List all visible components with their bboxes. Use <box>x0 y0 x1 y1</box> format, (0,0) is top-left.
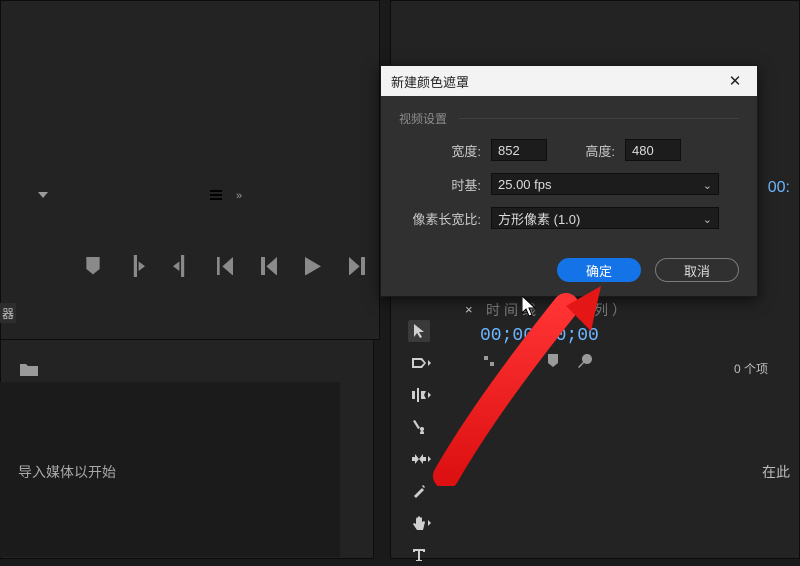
timebase-select[interactable]: 25.00 fps ⌄ <box>491 173 719 195</box>
out-point-icon[interactable] <box>173 258 189 274</box>
hand-tool[interactable] <box>408 512 430 534</box>
step-back-icon[interactable] <box>261 258 277 274</box>
width-input[interactable] <box>491 139 547 161</box>
height-label: 高度: <box>547 141 625 160</box>
dock-tab-fragment[interactable]: 器 <box>0 303 16 323</box>
marker-icon[interactable] <box>85 258 101 274</box>
dialog-title: 新建颜色遮罩 <box>391 72 469 91</box>
timeline-toggle-row <box>482 354 592 368</box>
wrench-icon[interactable] <box>578 354 592 368</box>
settings-bars-icon[interactable] <box>210 189 222 204</box>
pixel-aspect-select[interactable]: 方形像素 (1.0) ⌄ <box>491 207 719 229</box>
ok-button[interactable]: 确定 <box>557 258 641 282</box>
height-input[interactable] <box>625 139 681 161</box>
go-to-in-icon[interactable] <box>217 258 233 274</box>
timebase-label: 时基: <box>399 175 491 194</box>
new-color-matte-dialog: 新建颜色遮罩 ✕ 视频设置 宽度: 高度: 时基: 25.00 fps ⌄ 像素… <box>380 65 758 297</box>
link-icon[interactable] <box>514 354 528 368</box>
source-monitor-panel <box>0 0 380 340</box>
ripple-edit-tool[interactable] <box>408 384 430 406</box>
video-settings-label: 视频设置 <box>399 110 739 127</box>
snap-icon[interactable] <box>482 354 496 368</box>
item-count-label: 0 个项 <box>734 360 768 377</box>
marker-add-icon[interactable] <box>546 354 560 368</box>
timeline-tab-close-icon[interactable]: × <box>465 302 473 317</box>
program-hint-fragment: 在此 <box>762 462 790 482</box>
play-icon[interactable] <box>305 258 321 274</box>
zoom-dropdown-icon[interactable] <box>38 190 50 202</box>
tool-strip <box>404 320 434 566</box>
program-monitor-time-fragment: 00: <box>768 179 790 197</box>
timeline-title: 时间线（无序列） <box>486 300 630 320</box>
chevron-down-icon: ⌄ <box>703 179 712 192</box>
dialog-title-bar[interactable]: 新建颜色遮罩 ✕ <box>381 66 757 96</box>
playback-controls <box>85 258 409 274</box>
track-select-tool[interactable] <box>408 352 430 374</box>
type-tool[interactable] <box>408 544 430 566</box>
in-point-icon[interactable] <box>129 258 145 274</box>
razor-tool[interactable] <box>408 416 430 438</box>
timeline-timecode[interactable]: 00;00;00;00 <box>480 326 599 346</box>
slip-tool[interactable] <box>408 448 430 470</box>
import-hint-text: 导入媒体以开始 <box>18 462 116 482</box>
pen-tool[interactable] <box>408 480 430 502</box>
project-panel-header <box>20 362 340 376</box>
chevron-down-icon: ⌄ <box>703 213 712 226</box>
fx-indicator-icon: » <box>236 190 241 202</box>
width-label: 宽度: <box>399 141 491 160</box>
cancel-button[interactable]: 取消 <box>655 258 739 282</box>
source-controls-row: » <box>8 187 378 205</box>
bin-icon[interactable] <box>20 362 38 376</box>
close-icon[interactable]: ✕ <box>723 69 747 93</box>
step-forward-icon[interactable] <box>349 258 365 274</box>
pixel-aspect-label: 像素长宽比: <box>399 209 491 228</box>
selection-tool[interactable] <box>408 320 430 342</box>
